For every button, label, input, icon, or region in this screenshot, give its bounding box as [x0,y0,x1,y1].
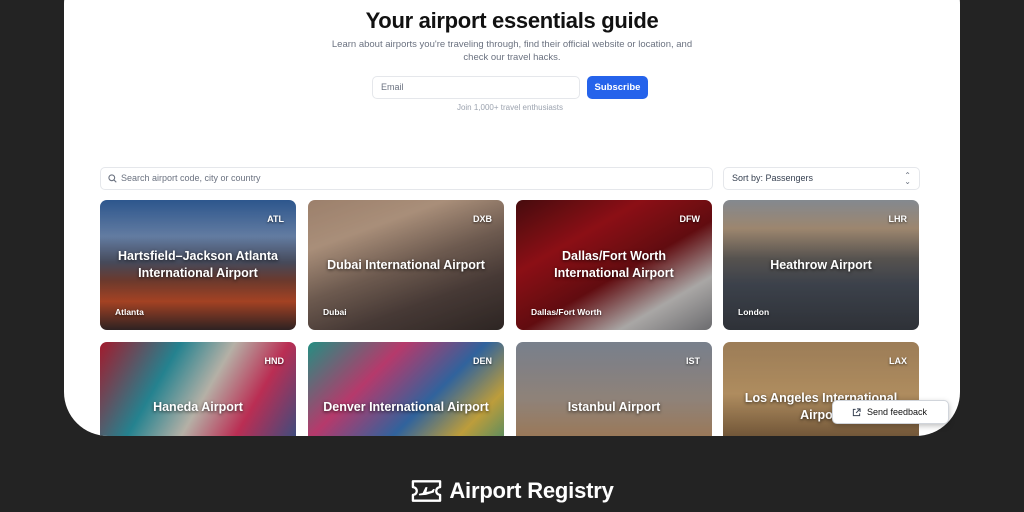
send-feedback-label: Send feedback [867,407,928,417]
subscribe-button[interactable]: Subscribe [587,76,648,99]
airport-name: Istanbul Airport [567,399,661,414]
airport-card-atl[interactable]: ATL Hartsfield–Jackson Atlanta Internati… [100,200,296,330]
airport-card-lhr[interactable]: LHR Heathrow Airport London [723,200,919,330]
airport-city: Atlanta [115,307,144,317]
page-panel: Your airport essentials guide Learn abou… [64,0,960,436]
send-feedback-button[interactable]: Send feedback [832,400,949,424]
brand-logo: Airport Registry [0,478,1024,504]
airport-name: Haneda Airport [153,399,243,414]
boarding-pass-plane-icon [412,480,442,502]
external-link-icon [852,408,861,417]
brand-name: Airport Registry [449,478,614,503]
chevron-up-down-icon: ⌃ ⌄ [904,171,911,186]
email-field[interactable]: Email [372,76,580,99]
search-placeholder: Search airport code, city or country [121,173,261,183]
airport-card-ist[interactable]: IST Istanbul Airport [516,342,712,436]
subscribers-caption: Join 1,000+ travel enthusiasts [456,103,564,112]
airport-city: Dallas/Fort Worth [531,307,602,317]
search-input[interactable]: Search airport code, city or country [100,167,713,190]
sort-select[interactable]: Sort by: Passengers ⌃ ⌄ [723,167,920,190]
airport-city: London [738,307,770,317]
airport-card-dxb[interactable]: DXB Dubai International Airport Dubai [308,200,504,330]
airport-city: Dubai [323,307,347,317]
page-subtitle: Learn about airports you're traveling th… [331,39,693,63]
page-title: Your airport essentials guide [365,8,659,33]
airport-card-hnd[interactable]: HND Haneda Airport [100,342,296,436]
airport-card-dfw[interactable]: DFW Dallas/Fort Worth International Airp… [516,200,712,330]
search-icon [108,174,117,183]
airport-name: Denver International Airport [323,399,489,414]
sort-label: Sort by: Passengers [732,173,814,183]
airport-card-den[interactable]: DEN Denver International Airport [308,342,504,436]
